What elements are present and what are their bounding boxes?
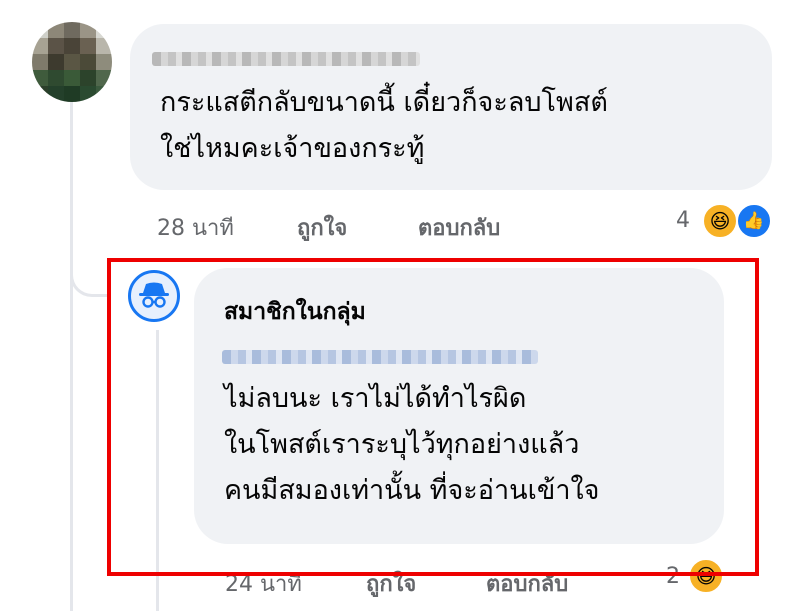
thread-line: [70, 100, 73, 611]
highlight-box: [107, 258, 759, 576]
comment-bubble: กระแสตีกลับขนาดนี้ เดี๋ยวก็จะลบโพสต์ ใช่…: [130, 24, 772, 190]
comment-text-line-1: กระแสตีกลับขนาดนี้ เดี๋ยวก็จะลบโพสต์: [160, 87, 608, 118]
comment-reply-button[interactable]: ตอบกลับ: [418, 210, 500, 245]
comment-text-line-2: ใช่ไหมคะเจ้าของกระทู้: [160, 133, 425, 164]
avatar[interactable]: [32, 22, 112, 102]
haha-icon: 😆: [702, 203, 738, 239]
comment-like-button[interactable]: ถูกใจ: [297, 210, 347, 245]
blurred-author-name: [152, 52, 420, 66]
comment-timestamp[interactable]: 28 นาที: [157, 210, 234, 245]
like-icon: 👍: [736, 203, 772, 239]
comment-reaction-count[interactable]: 4: [676, 208, 690, 233]
thread-connector: [70, 250, 111, 297]
